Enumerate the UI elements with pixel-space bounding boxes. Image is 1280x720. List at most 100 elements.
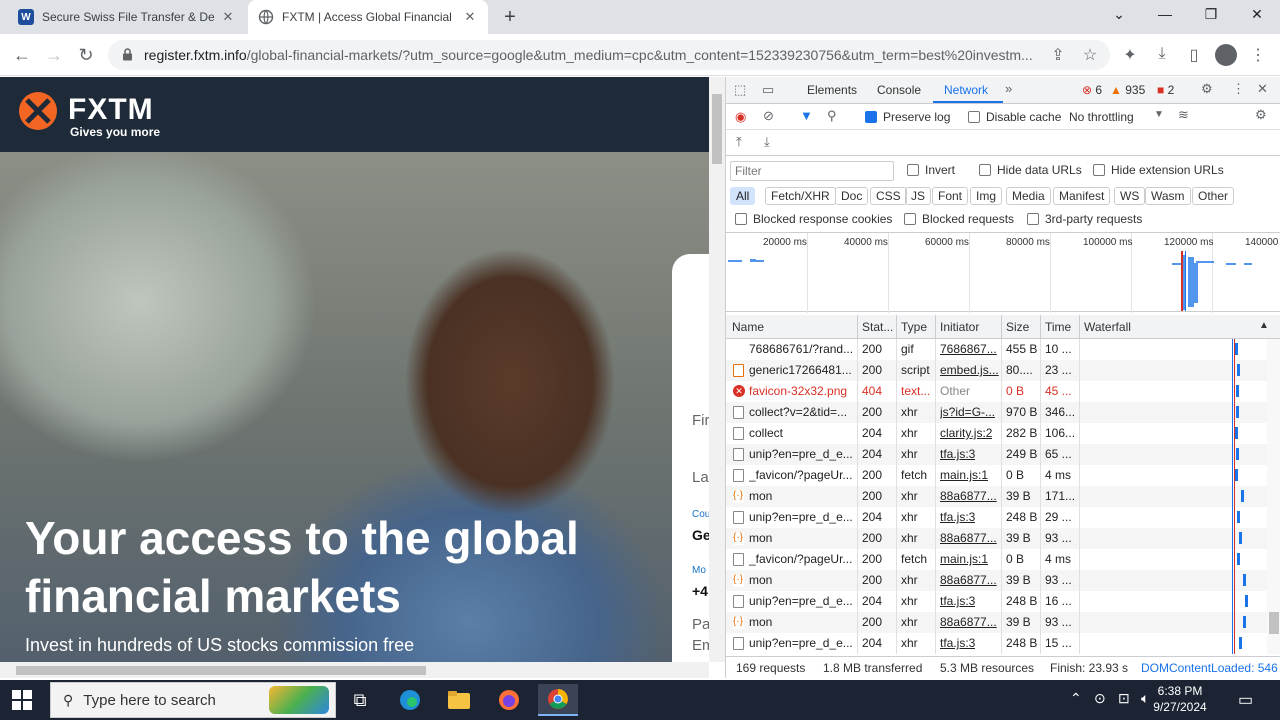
request-name[interactable]: unip?en=pre_d_e... <box>749 447 855 461</box>
filter-chip-all[interactable]: All <box>730 187 756 205</box>
request-initiator[interactable]: 88a6877... <box>940 573 997 587</box>
request-initiator[interactable]: tfa.js:3 <box>940 510 975 524</box>
request-name[interactable]: mon <box>749 573 855 587</box>
request-initiator[interactable]: embed.js... <box>940 363 999 377</box>
request-name[interactable]: generic17266481... <box>749 363 855 377</box>
filter-chip-manifest[interactable]: Manifest <box>1053 187 1111 205</box>
extensions-puzzle-icon[interactable]: ✦ <box>1119 45 1141 65</box>
country-select[interactable]: Ge <box>692 527 709 543</box>
clear-icon[interactable]: ⊘ <box>763 108 774 124</box>
close-tab-icon[interactable]: ✕ <box>220 9 236 25</box>
mobile-field[interactable]: +4 <box>692 583 708 599</box>
chevron-down-icon[interactable]: ▼ <box>1154 109 1164 120</box>
fxtm-logo-icon[interactable] <box>18 91 58 131</box>
tray-badge-icon[interactable]: ⊙ <box>1094 690 1106 707</box>
new-tab-button[interactable]: + <box>500 6 520 29</box>
minimize-button[interactable]: — <box>1142 6 1188 22</box>
table-row[interactable]: unip?en=pre_d_e... 204 xhr tfa.js:3 249 B 65 … <box>726 444 1267 465</box>
request-name[interactable]: 768686761/?rand... <box>749 342 855 356</box>
request-initiator[interactable]: js?id=G-... <box>940 405 995 419</box>
filter-chip-wasm[interactable]: Wasm <box>1145 187 1191 205</box>
network-settings-icon[interactable]: ⚙ <box>1255 107 1267 123</box>
request-initiator[interactable]: 88a6877... <box>940 531 997 545</box>
browser-tab-fxtm[interactable]: FXTM | Access Global Financial M ✕ <box>248 0 488 34</box>
edge-icon[interactable] <box>390 684 430 716</box>
first-name-field[interactable]: Fir <box>692 412 709 429</box>
request-initiator[interactable]: tfa.js:3 <box>940 594 975 608</box>
filter-icon[interactable]: ▼ <box>800 108 813 123</box>
request-initiator[interactable]: clarity.js:2 <box>940 426 992 440</box>
table-row[interactable]: {·} mon 200 xhr 88a6877... 39 B 93 ... <box>726 612 1267 633</box>
filter-chip-js[interactable]: JS <box>905 187 932 205</box>
firefox-icon[interactable] <box>489 684 529 716</box>
column-divider[interactable] <box>1001 315 1002 338</box>
close-devtools-icon[interactable]: ✕ <box>1257 81 1268 97</box>
column-status[interactable]: Stat... <box>862 320 893 334</box>
reload-button[interactable]: ↻ <box>74 43 98 67</box>
column-divider[interactable] <box>935 315 936 338</box>
table-row[interactable]: _favicon/?pageUr... 200 fetch main.js:1 0 B 4… <box>726 549 1267 570</box>
password-field[interactable]: Pa <box>692 616 709 633</box>
requests-scroll-thumb[interactable] <box>1269 612 1279 634</box>
request-name[interactable]: collect <box>749 426 855 440</box>
throttling-select[interactable]: No throttling <box>1069 110 1134 124</box>
close-tab-icon[interactable]: ✕ <box>462 9 478 25</box>
column-divider[interactable] <box>1079 315 1080 338</box>
blocked-cookies-checkbox[interactable] <box>735 213 747 225</box>
column-divider[interactable] <box>1040 315 1041 338</box>
request-initiator[interactable]: 7686867... <box>940 342 997 356</box>
table-row[interactable]: _favicon/?pageUr... 200 fetch main.js:1 0 B 4… <box>726 465 1267 486</box>
table-row[interactable]: collect?v=2&tid=... 200 xhr js?id=G-... 970 … <box>726 402 1267 423</box>
tab-elements[interactable]: Elements <box>807 83 857 97</box>
request-initiator[interactable]: main.js:1 <box>940 552 988 566</box>
chrome-icon[interactable] <box>538 684 578 716</box>
table-row[interactable]: unip?en=pre_d_e... 204 xhr tfa.js:3 248 B 16 … <box>726 591 1267 612</box>
browser-tab-file-transfer[interactable]: W Secure Swiss File Transfer & Dec ✕ <box>8 0 246 34</box>
request-name[interactable]: mon <box>749 615 855 629</box>
notifications-icon[interactable]: ▭ <box>1238 690 1253 710</box>
table-row[interactable]: generic17266481... 200 script embed.js... 80… <box>726 360 1267 381</box>
request-name[interactable]: _favicon/?pageUr... <box>749 552 855 566</box>
hide-extension-urls-checkbox[interactable] <box>1093 164 1105 176</box>
request-initiator[interactable]: Other <box>940 384 970 398</box>
hide-data-urls-checkbox[interactable] <box>979 164 991 176</box>
last-name-field[interactable]: La <box>692 469 709 486</box>
column-waterfall[interactable]: Waterfall <box>1084 320 1131 334</box>
request-name[interactable]: _favicon/?pageUr... <box>749 468 855 482</box>
task-view-icon[interactable]: ⧉ <box>340 684 380 716</box>
table-row[interactable]: unip?en=pre_d_e... 204 xhr tfa.js:3 248 B 29 … <box>726 507 1267 528</box>
request-initiator[interactable]: main.js:1 <box>940 468 988 482</box>
table-row[interactable]: {·} mon 200 xhr 88a6877... 39 B 171... <box>726 486 1267 507</box>
settings-gear-icon[interactable]: ⚙ <box>1201 81 1213 97</box>
filter-chip-other[interactable]: Other <box>1192 187 1235 205</box>
table-row[interactable]: 768686761/?rand... 200 gif 7686867... 455 B 1… <box>726 339 1267 360</box>
error-count[interactable]: ⊗ 6 <box>1082 83 1102 97</box>
restore-button[interactable]: ❐ <box>1188 6 1234 23</box>
sort-up-icon[interactable]: ▲ <box>1259 320 1269 331</box>
close-window-button[interactable]: ✕ <box>1234 6 1280 23</box>
filter-chip-doc[interactable]: Doc <box>835 187 869 205</box>
disable-cache-checkbox[interactable] <box>968 111 980 123</box>
request-name[interactable]: favicon-32x32.png <box>749 384 855 398</box>
blocked-requests-checkbox[interactable] <box>904 213 916 225</box>
invert-checkbox[interactable] <box>907 164 919 176</box>
issues-count[interactable]: ■ 2 <box>1157 83 1174 97</box>
tab-search-icon[interactable]: ⌄ <box>1096 6 1142 23</box>
filter-chip-font[interactable]: Font <box>932 187 969 205</box>
warning-count[interactable]: ▲ 935 <box>1110 83 1145 97</box>
side-panel-icon[interactable]: ▯ <box>1183 45 1205 65</box>
requests-scrollbar[interactable] <box>1267 339 1280 654</box>
table-row[interactable]: collect 204 xhr clarity.js:2 282 B 106... <box>726 423 1267 444</box>
request-initiator[interactable]: 88a6877... <box>940 615 997 629</box>
request-name[interactable]: collect?v=2&tid=... <box>749 405 855 419</box>
tab-network[interactable]: Network <box>944 83 988 97</box>
filter-chip-fetch-xhr[interactable]: Fetch/XHR <box>765 187 836 205</box>
third-party-checkbox[interactable] <box>1027 213 1039 225</box>
request-name[interactable]: unip?en=pre_d_e... <box>749 636 855 650</box>
record-icon[interactable]: ◉ <box>735 109 746 125</box>
table-row[interactable]: {·} mon 200 xhr 88a6877... 39 B 93 ... <box>726 528 1267 549</box>
inspect-element-icon[interactable]: ⬚ <box>734 82 746 98</box>
column-divider[interactable] <box>896 315 897 338</box>
column-size[interactable]: Size <box>1006 320 1029 334</box>
forward-button[interactable]: → <box>42 43 66 67</box>
